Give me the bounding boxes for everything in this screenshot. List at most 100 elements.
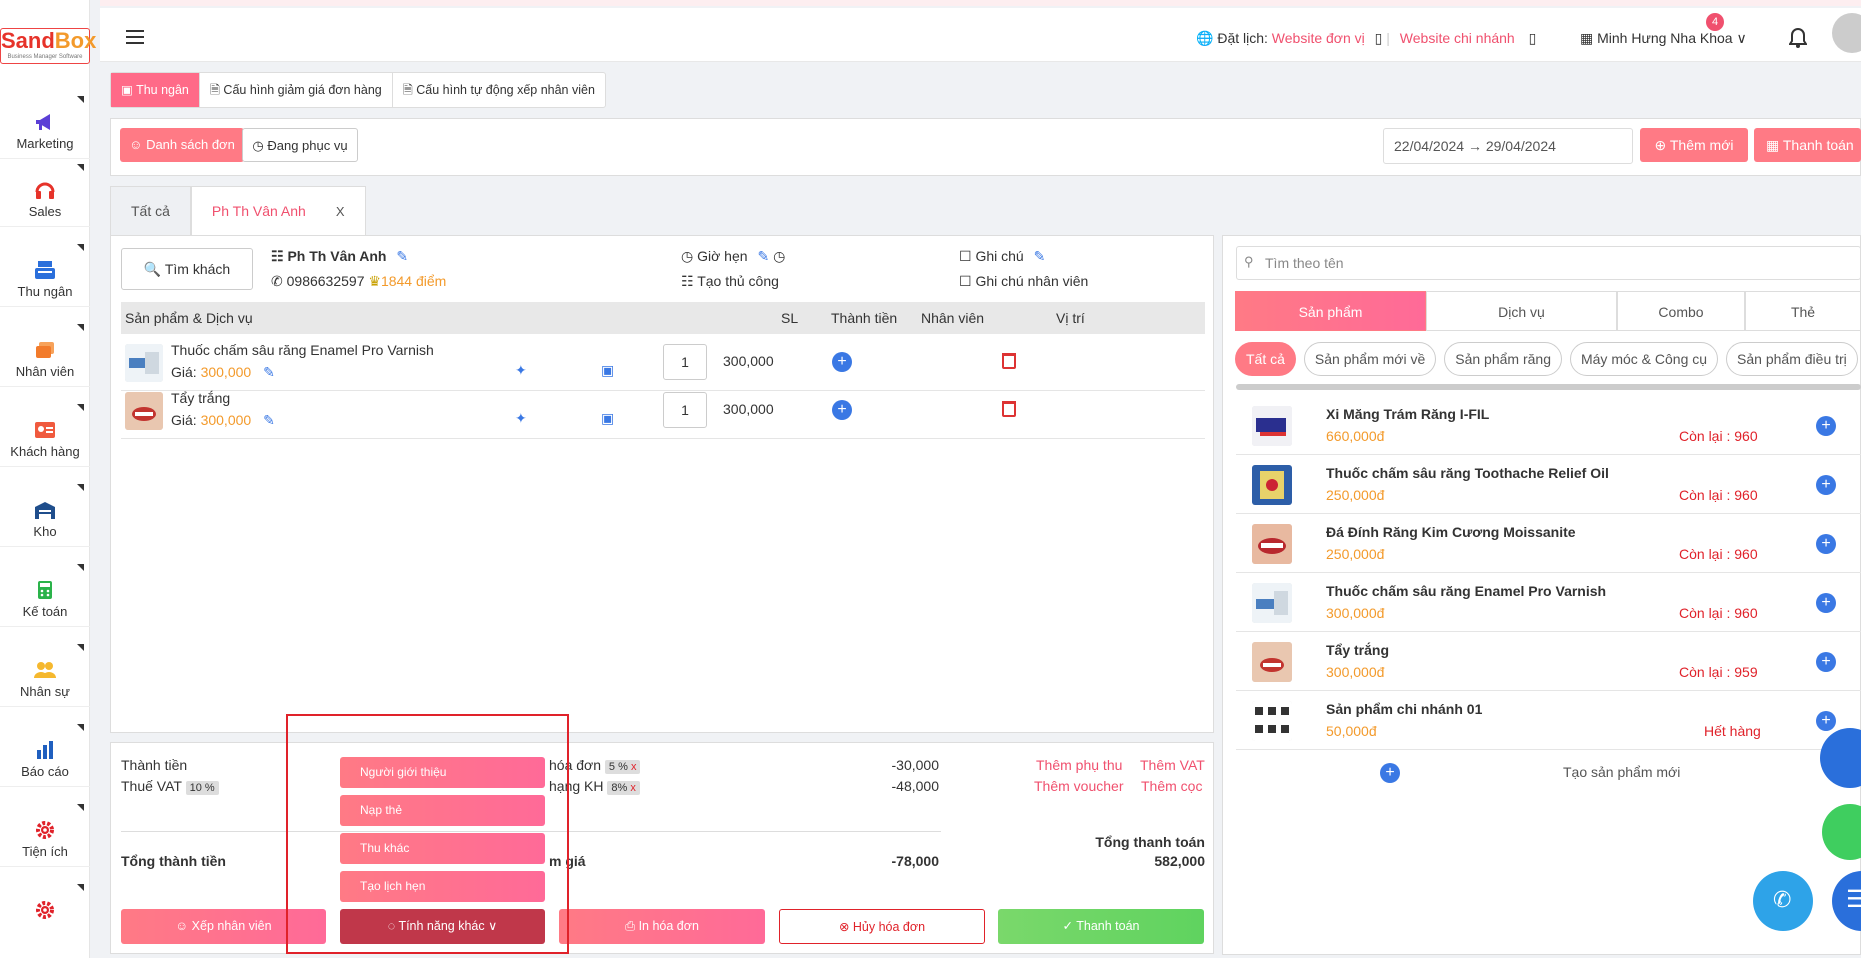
checkout-button[interactable]: ✓ Thanh toán [998,909,1204,944]
tab-auto-staff-config[interactable]: 🗎 Cấu hình tự động xếp nhân viên [393,73,605,107]
gift-icon[interactable]: ▣ [601,362,614,379]
bell-icon[interactable] [1789,28,1807,48]
add-voucher-link[interactable]: Thêm voucher [1034,778,1123,794]
edit-icon[interactable]: ✎ [757,248,769,264]
sidebar-item-reports[interactable]: Báo cáo [0,724,90,779]
product-search-input[interactable]: Tìm theo tên [1236,246,1861,280]
sidebar-item-accounting[interactable]: Kế toán [0,564,90,619]
sidebar-item-utilities[interactable]: Tiện ích [0,804,90,859]
tab-order-discount-config[interactable]: 🗎 Cấu hình giảm giá đơn hàng [200,73,393,107]
note-row[interactable]: ☐ Ghi chú ✎ [959,248,1045,265]
tag-icon[interactable]: ✦ [515,410,527,427]
product-list-item[interactable]: Thuốc chấm sâu răng Enamel Pro Varnish 3… [1236,573,1861,632]
tab-cards[interactable]: Thẻ [1745,291,1861,331]
bar-chart-icon [37,741,53,759]
avatar[interactable] [1832,13,1861,53]
tab-all-customers[interactable]: Tất cả [110,186,191,236]
add-product-icon[interactable]: + [1816,593,1836,613]
add-vat-link[interactable]: Thêm VAT [1140,757,1205,773]
add-product-icon[interactable]: + [1816,416,1836,436]
page-tabs: ▣ Thu ngân 🗎 Cấu hình giảm giá đơn hàng … [110,72,606,108]
hamburger-menu-icon[interactable] [126,30,144,44]
product-list-item[interactable]: Xi Măng Trám Răng I-FIL 660,000đ Còn lại… [1236,396,1861,455]
sidebar-item-marketing[interactable]: Marketing [0,96,90,151]
sidebar-item-hr[interactable]: Nhân sự [0,644,90,699]
chip-all[interactable]: Tất cả [1235,342,1296,376]
add-product-icon[interactable]: + [1816,475,1836,495]
phone-icon[interactable]: ✆ [1753,871,1813,931]
tab-active-customer[interactable]: Ph Th Vân Anh X [190,186,366,236]
branch-selector[interactable]: ▦ Minh Hưng Nha Khoa ∨ [1580,30,1747,47]
sidebar-item-cashier[interactable]: Thu ngân [0,244,90,299]
edit-icon[interactable]: ✎ [263,412,275,428]
website-unit-link[interactable]: Website đơn vị [1272,30,1365,46]
add-product-icon[interactable]: + [1816,534,1836,554]
print-invoice-button[interactable]: ⎙ In hóa đơn [559,909,765,944]
pay-button[interactable]: ▦ Thanh toán [1754,128,1861,162]
remove-tag-icon[interactable]: x [631,761,637,773]
vat-label: Thuế VAT [121,778,182,794]
remove-tag-icon[interactable]: x [630,782,636,794]
tab-services[interactable]: Dịch vụ [1426,291,1617,331]
clock-icon[interactable]: ◷ [773,248,785,264]
sidebar-item-label: Sales [28,204,62,219]
chip-new-products[interactable]: Sản phẩm mới về [1303,342,1437,376]
item-price: 300,000 [200,364,252,380]
sidebar-item-more[interactable] [0,884,90,924]
product-list-item[interactable]: Đá Đính Răng Kim Cương Moissanite 250,00… [1236,514,1861,573]
search-customer-button[interactable]: 🔍 Tìm khách [121,248,253,290]
product-list-item[interactable]: Thuốc chấm sâu răng Toothache Relief Oil… [1236,455,1861,514]
create-product-icon[interactable]: + [1380,763,1400,783]
tab-cashier[interactable]: ▣ Thu ngân [111,73,200,107]
tab-products[interactable]: Sản phẩm [1235,291,1426,331]
add-product-icon[interactable]: + [1816,652,1836,672]
item-total: 300,000 [723,353,774,369]
trash-icon[interactable] [1002,401,1016,417]
product-list-item[interactable]: Sản phẩm chi nhánh 01 50,000đ Hết hàng + [1236,691,1861,750]
sidebar-item-sales[interactable]: Sales [0,164,90,219]
quantity-input[interactable]: 1 [663,392,707,428]
product-list-item[interactable]: Tẩy trắng 300,000đ Còn lại : 959 + [1236,632,1861,691]
sidebar-item-customers[interactable]: Khách hàng [0,404,90,459]
edit-icon[interactable]: ✎ [396,248,408,264]
quantity-input[interactable]: 1 [663,344,707,380]
add-product-icon[interactable]: + [1816,711,1836,731]
staff-note-row[interactable]: ☐ Ghi chú nhân viên [959,273,1088,290]
add-staff-icon[interactable]: + [832,400,852,420]
manual-create-row[interactable]: ☷ Tạo thủ công [681,273,779,290]
tab-combo[interactable]: Combo [1617,291,1745,331]
col-header: Sản phẩm & Dịch vụ [125,310,253,326]
edit-icon[interactable]: ✎ [263,364,275,380]
top-header: 🌐 Đặt lịch: Website đơn vị ▯ | Website c… [100,8,1861,62]
tag-icon[interactable]: ✦ [515,362,527,379]
chip-machines-tools[interactable]: Máy móc & Công cụ [1569,342,1719,376]
edit-icon[interactable]: ✎ [1034,248,1046,264]
order-list-button[interactable]: ☺ Danh sách đơn [120,128,244,162]
app-logo[interactable]: SandBox Business Manager Software [0,28,96,64]
close-icon[interactable]: X [336,204,345,219]
chips-scrollbar[interactable] [1236,384,1861,390]
sidebar-item-warehouse[interactable]: Kho [0,484,90,539]
table-row: Tẩy trắng Giá: 300,000 ✎ ✦ ▣ 1 300,000 + [121,382,1205,439]
trash-icon[interactable] [1002,353,1016,369]
serving-button[interactable]: ◷ Đang phục vụ [242,128,358,162]
create-product-link[interactable]: Tạo sản phẩm mới [1563,764,1680,780]
add-staff-icon[interactable]: + [832,352,852,372]
col-header: Nhân viên [921,310,985,326]
product-name: Đá Đính Răng Kim Cương Moissanite [1326,524,1576,540]
chip-treatment-products[interactable]: Sản phẩm điều trị [1726,342,1858,376]
add-surcharge-link[interactable]: Thêm phụ thu [1036,757,1122,773]
product-type-tabs: Sản phẩm Dịch vụ Combo Thẻ [1235,291,1861,331]
appointment-row[interactable]: ◷ Giờ hẹn ✎ ◷ [681,248,785,265]
cancel-invoice-button[interactable]: ⊗ Hủy hóa đơn [779,909,985,944]
gift-icon[interactable]: ▣ [601,410,614,427]
chip-dental-products[interactable]: Sản phẩm răng [1444,342,1562,376]
product-price: 250,000đ [1326,546,1385,562]
highlight-box [286,714,569,954]
date-range-input[interactable]: 22/04/2024 → 29/04/2024 [1383,128,1633,164]
button-label: Tìm khách [164,261,231,277]
website-branch-link[interactable]: Website chi nhánh [1400,30,1515,46]
add-new-button[interactable]: ⊕ Thêm mới [1640,128,1748,162]
sidebar-item-staff[interactable]: Nhân viên [0,324,90,379]
add-deposit-link[interactable]: Thêm cọc [1141,778,1202,794]
